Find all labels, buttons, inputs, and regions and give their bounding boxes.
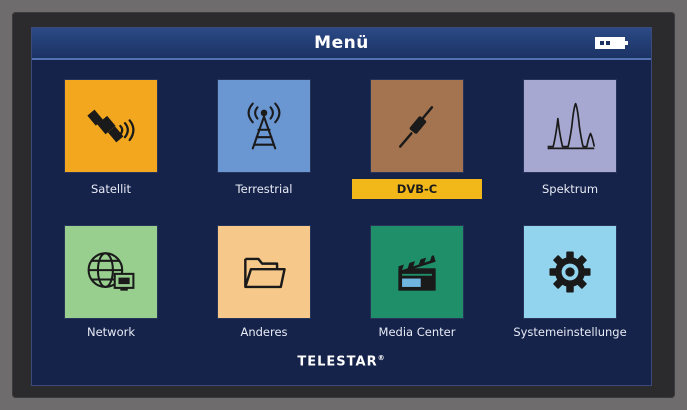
- coax-cable-icon: [398, 106, 434, 148]
- menu-label-anderes: Anderes: [240, 325, 288, 339]
- menu-label-spektrum: Spektrum: [541, 182, 599, 196]
- menu-item-spektrum[interactable]: [524, 80, 616, 172]
- menu-label-media-center: Media Center: [378, 325, 456, 339]
- menu-item-anderes[interactable]: [218, 226, 310, 318]
- device-screen: Menü Satellit Terrestrial DVB-C Spektrum…: [31, 27, 652, 386]
- menu-item-dvb-c[interactable]: [371, 80, 463, 172]
- menu-label-systemeinstellungen: Systemeinstellunge: [513, 325, 627, 339]
- title-bar: Menü: [32, 28, 651, 60]
- menu-item-media-center[interactable]: [371, 226, 463, 318]
- antenna-tower-icon: [247, 102, 281, 150]
- menu-label-network: Network: [86, 325, 136, 339]
- menu-label-dvb-c: DVB-C: [352, 179, 482, 199]
- menu-label-satellit: Satellit: [90, 182, 132, 196]
- network-globe-icon: [87, 252, 135, 291]
- clapperboard-icon: [398, 255, 436, 291]
- page-title: Menü: [314, 33, 369, 53]
- menu-item-satellit[interactable]: [65, 80, 157, 172]
- brand-logo: TELESTAR®: [297, 354, 386, 370]
- menu-item-terrestrial[interactable]: [218, 80, 310, 172]
- menu-label-terrestrial: Terrestrial: [235, 182, 293, 196]
- satellite-icon: [87, 109, 135, 143]
- folder-icon: [244, 257, 286, 289]
- gear-icon: [549, 251, 591, 293]
- menu-item-systemeinstellungen[interactable]: [524, 226, 616, 318]
- spectrum-icon: [547, 102, 596, 150]
- menu-item-network[interactable]: [65, 226, 157, 318]
- battery-icon: [595, 37, 628, 49]
